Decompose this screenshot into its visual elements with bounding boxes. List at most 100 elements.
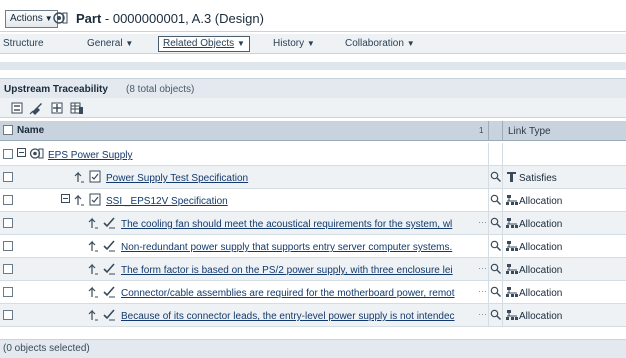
column-divider xyxy=(502,212,503,234)
row-link-type: Allocation xyxy=(519,219,563,230)
allocation-icon xyxy=(506,195,518,205)
table-settings-icon[interactable] xyxy=(70,101,84,115)
row-link-type: Allocation xyxy=(519,311,563,322)
row-checkbox[interactable] xyxy=(3,241,13,251)
menu-general-label: General xyxy=(87,38,123,49)
column-divider xyxy=(488,143,489,165)
table-row: SSI _EPS12V Specification Allocation xyxy=(0,189,626,212)
selection-status: (0 objects selected) xyxy=(3,343,90,354)
row-checkbox[interactable] xyxy=(3,195,13,205)
expand-all-icon[interactable] xyxy=(50,101,64,115)
column-divider xyxy=(502,143,503,165)
zoom-icon[interactable] xyxy=(490,171,501,182)
table-row: Because of its connector leads, the entr… xyxy=(0,304,626,327)
column-divider xyxy=(488,235,489,257)
row-name-link[interactable]: Non-redundant power supply that supports… xyxy=(121,242,481,253)
specification-icon xyxy=(89,170,101,183)
menu-general[interactable]: General ▼ xyxy=(87,38,133,49)
requirement-icon xyxy=(103,309,115,321)
row-name-link[interactable]: The form factor is based on the PS/2 pow… xyxy=(121,265,473,276)
sort-indicator: 1 xyxy=(479,126,484,135)
row-checkbox[interactable] xyxy=(3,287,13,297)
column-divider xyxy=(488,166,489,188)
row-checkbox[interactable] xyxy=(3,149,13,159)
column-divider xyxy=(502,121,503,141)
allocation-icon xyxy=(506,264,518,274)
column-divider xyxy=(488,304,489,326)
actions-label: Actions xyxy=(10,13,43,24)
row-name-link[interactable]: The cooling fan should meet the acoustic… xyxy=(121,219,473,230)
table-row: Power Supply Test Specification Satisfie… xyxy=(0,166,626,189)
row-link-type: Allocation xyxy=(519,242,563,253)
collapse-icon[interactable] xyxy=(61,194,70,203)
column-divider xyxy=(502,281,503,303)
row-name-link[interactable]: EPS Power Supply xyxy=(48,150,468,161)
zoom-icon[interactable] xyxy=(490,240,501,251)
menu-collaboration[interactable]: Collaboration ▼ xyxy=(345,38,415,49)
part-icon xyxy=(29,148,44,159)
trace-up-icon xyxy=(88,217,98,229)
truncation-ellipsis: ··· xyxy=(478,286,487,296)
allocation-icon xyxy=(506,287,518,297)
column-divider xyxy=(488,258,489,280)
row-checkbox[interactable] xyxy=(3,172,13,182)
zoom-icon[interactable] xyxy=(490,217,501,228)
menu-related-objects[interactable]: Related Objects ▼ xyxy=(158,36,250,52)
row-link-type: Satisfies xyxy=(519,173,557,184)
collapse-icon[interactable] xyxy=(17,148,26,157)
title-bar: Actions ▼ Part - 0000000001, A.3 (Design) xyxy=(0,0,626,32)
menu-history-label: History xyxy=(273,38,305,49)
menu-bar: Structure General ▼ Related Objects ▼ Hi… xyxy=(0,34,626,54)
allocation-icon xyxy=(506,218,518,228)
requirement-icon xyxy=(103,240,115,252)
zoom-icon[interactable] xyxy=(490,263,501,274)
status-bar: (0 objects selected) xyxy=(0,339,626,358)
page-title: Part - 0000000001, A.3 (Design) xyxy=(76,11,264,26)
zoom-icon[interactable] xyxy=(490,286,501,297)
row-name-link[interactable]: Connector/cable assemblies are required … xyxy=(121,288,473,299)
row-checkbox[interactable] xyxy=(3,264,13,274)
column-divider xyxy=(502,304,503,326)
chevron-down-icon: ▼ xyxy=(125,39,134,48)
truncation-ellipsis: ··· xyxy=(478,263,487,273)
actions-menu-button[interactable]: Actions ▼ xyxy=(5,10,58,28)
menu-collaboration-label: Collaboration xyxy=(345,38,404,49)
column-divider xyxy=(502,189,503,211)
collapse-all-icon[interactable] xyxy=(10,101,24,115)
requirement-icon xyxy=(103,217,115,229)
requirement-icon xyxy=(103,263,115,275)
trace-up-icon xyxy=(74,194,84,206)
trace-up-icon xyxy=(88,309,98,321)
pin-icon[interactable] xyxy=(29,101,43,115)
column-header-link-type[interactable]: Link Type xyxy=(508,126,551,137)
column-divider xyxy=(488,121,489,141)
row-name-link[interactable]: SSI _EPS12V Specification xyxy=(106,196,466,207)
row-name-link[interactable]: Power Supply Test Specification xyxy=(106,173,466,184)
specification-icon xyxy=(89,193,101,206)
table-row: The cooling fan should meet the acoustic… xyxy=(0,212,626,235)
column-header-name[interactable]: Name xyxy=(17,125,44,136)
menu-history[interactable]: History ▼ xyxy=(273,38,315,49)
row-name-link[interactable]: Because of its connector leads, the entr… xyxy=(121,311,473,322)
table-header: Name 1 Link Type xyxy=(0,121,626,141)
zoom-icon[interactable] xyxy=(490,309,501,320)
chevron-down-icon: ▼ xyxy=(306,39,315,48)
column-divider xyxy=(502,166,503,188)
row-checkbox[interactable] xyxy=(3,218,13,228)
trace-up-icon xyxy=(88,286,98,298)
truncation-ellipsis: ··· xyxy=(478,217,487,227)
menu-structure[interactable]: Structure xyxy=(3,38,44,49)
requirement-icon xyxy=(103,286,115,298)
select-all-checkbox[interactable] xyxy=(3,125,13,135)
truncation-ellipsis: ··· xyxy=(478,309,487,319)
title-object-type: Part xyxy=(76,11,102,26)
chevron-down-icon: ▼ xyxy=(406,39,415,48)
row-checkbox[interactable] xyxy=(3,310,13,320)
panel-header: Upstream Traceability (8 total objects) xyxy=(0,78,626,98)
panel-object-count: (8 total objects) xyxy=(126,84,195,95)
column-divider xyxy=(488,189,489,211)
allocation-icon xyxy=(506,310,518,320)
title-object-id: - 0000000001, A.3 (Design) xyxy=(101,11,264,26)
table-row: EPS Power Supply xyxy=(0,143,626,166)
zoom-icon[interactable] xyxy=(490,194,501,205)
